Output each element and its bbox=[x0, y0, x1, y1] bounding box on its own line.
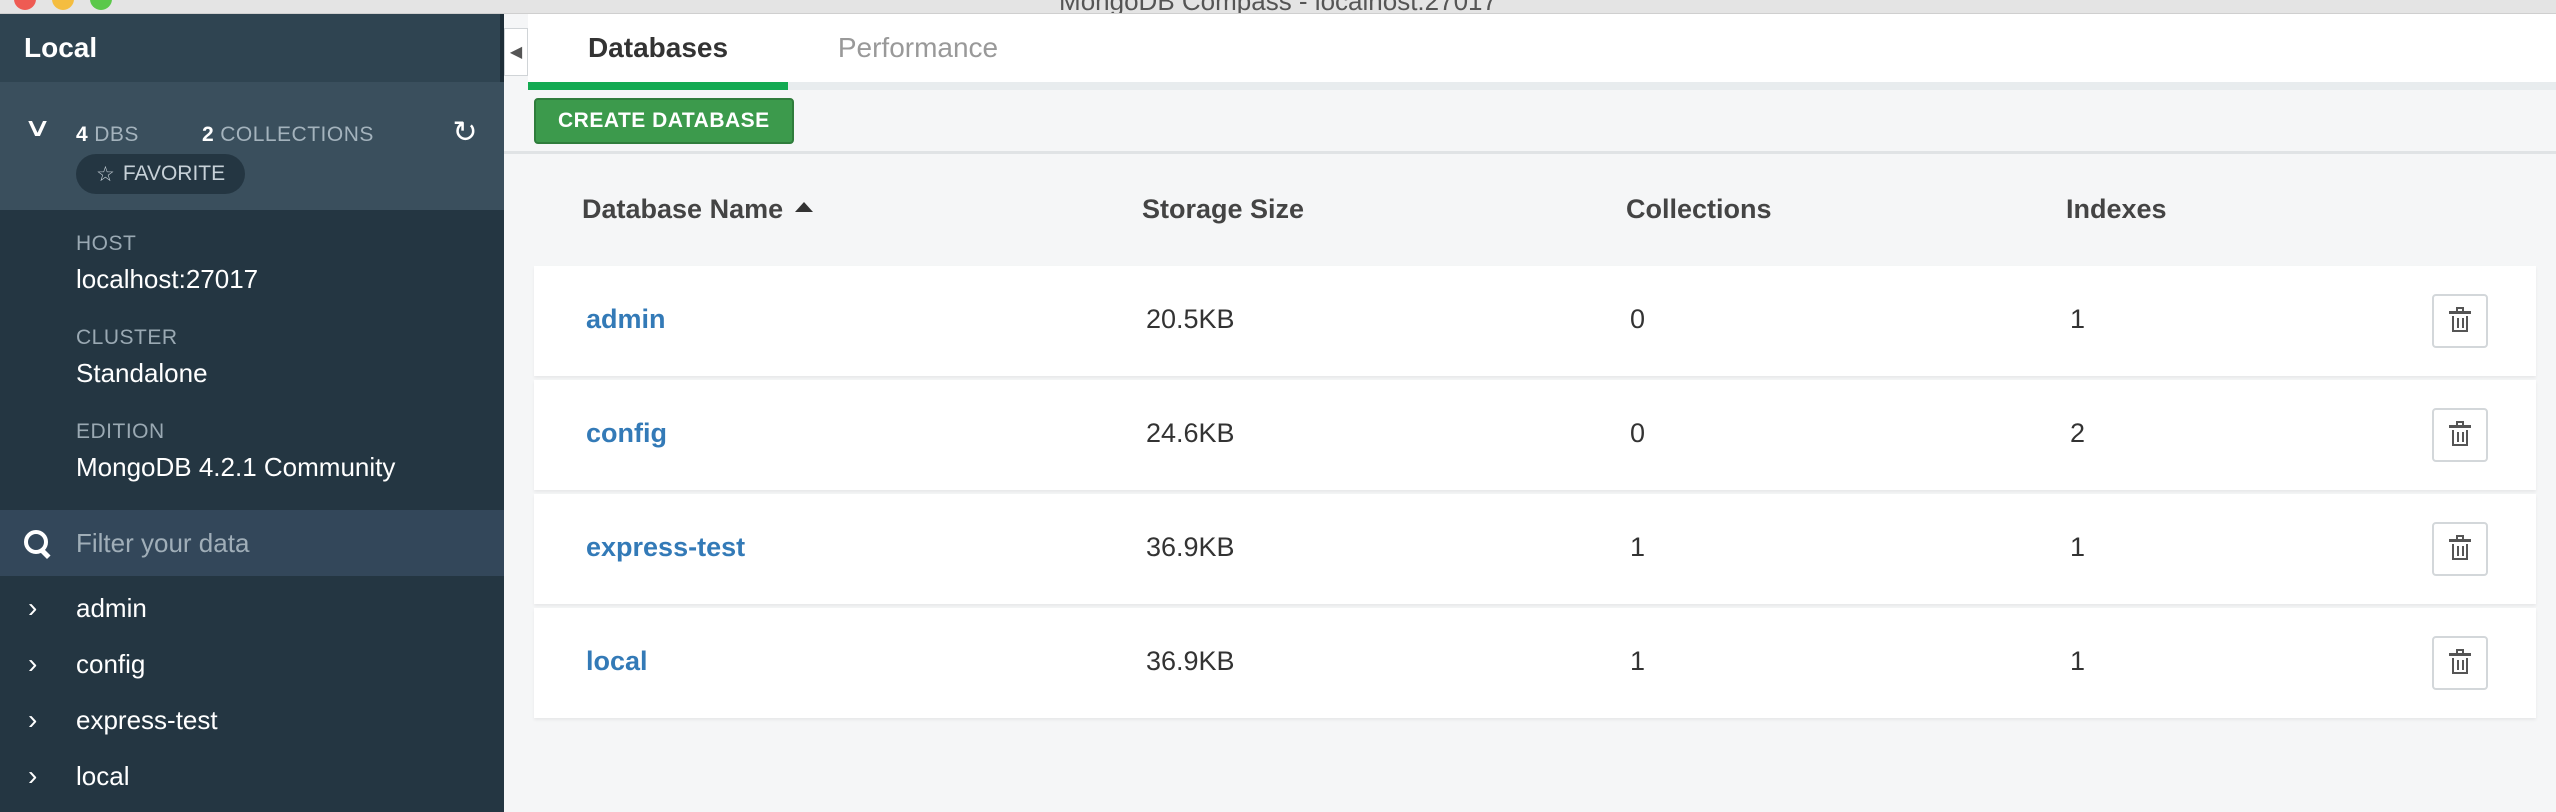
collections-count: 1 bbox=[1630, 531, 1646, 562]
trash-icon bbox=[2449, 649, 2471, 674]
column-header-collections[interactable]: Collections bbox=[1626, 194, 1772, 225]
sidebar-item-config[interactable]: › config bbox=[0, 636, 504, 692]
collections-count: 0 bbox=[1630, 417, 1646, 448]
trash-icon bbox=[2449, 421, 2471, 446]
column-header-name[interactable]: Database Name bbox=[582, 194, 814, 225]
cluster-label: CLUSTER bbox=[76, 326, 178, 349]
indexes-count: 1 bbox=[2070, 645, 2086, 676]
column-header-size[interactable]: Storage Size bbox=[1142, 194, 1304, 225]
indexes-count: 1 bbox=[2070, 531, 2086, 562]
refresh-icon[interactable]: ↻ bbox=[450, 118, 480, 148]
indexes-count: 2 bbox=[2070, 417, 2086, 448]
create-database-button[interactable]: CREATE DATABASE bbox=[534, 98, 794, 144]
drop-database-button[interactable] bbox=[2432, 636, 2488, 690]
collections-count: 0 bbox=[1630, 303, 1646, 334]
collections-count: 1 bbox=[1630, 645, 1646, 676]
sidebar-item-local[interactable]: › local bbox=[0, 748, 504, 804]
sidebar-item-express-test[interactable]: › express-test bbox=[0, 692, 504, 748]
star-icon: ☆ bbox=[96, 162, 115, 186]
filter-bar bbox=[0, 510, 504, 576]
database-table: admin 20.5KB 0 1 config 24.6KB 0 2 expre… bbox=[534, 266, 2536, 722]
drop-database-button[interactable] bbox=[2432, 294, 2488, 348]
instance-info: HOST localhost:27017 CLUSTER Standalone … bbox=[0, 210, 504, 510]
collections-count: 2 COLLECTIONS bbox=[202, 123, 374, 146]
window-titlebar: MongoDB Compass - localhost:27017 bbox=[0, 0, 2556, 14]
host-label: HOST bbox=[76, 232, 137, 255]
toolbar: CREATE DATABASE bbox=[504, 90, 2556, 154]
search-icon bbox=[22, 528, 52, 558]
tab-databases[interactable]: Databases bbox=[528, 14, 788, 90]
edition-info: EDITION MongoDB 4.2.1 Community bbox=[76, 420, 504, 514]
filter-input[interactable] bbox=[76, 527, 476, 559]
instance-stats: ∨ 4 DBS 2 COLLECTIONS ↻ ☆ FAVORITE bbox=[0, 82, 504, 210]
host-value: localhost:27017 bbox=[76, 264, 259, 294]
favorite-label: FAVORITE bbox=[122, 162, 226, 185]
storage-size: 36.9KB bbox=[1146, 531, 1235, 562]
storage-size: 36.9KB bbox=[1146, 645, 1235, 676]
chevron-right-icon[interactable]: › bbox=[0, 704, 76, 736]
sort-asc-icon bbox=[795, 202, 814, 212]
database-name-link[interactable]: express-test bbox=[586, 494, 745, 600]
database-name-link[interactable]: config bbox=[586, 380, 667, 486]
table-row: config 24.6KB 0 2 bbox=[534, 380, 2536, 490]
chevron-right-icon[interactable]: › bbox=[0, 648, 76, 680]
sidebar-item-label: admin bbox=[76, 592, 147, 623]
sidebar-item-admin[interactable]: › admin bbox=[0, 580, 504, 636]
tab-bar: Databases Performance bbox=[528, 14, 2556, 90]
database-tree: › admin › config › express-test › local bbox=[0, 576, 504, 804]
storage-size: 24.6KB bbox=[1146, 417, 1235, 448]
sidebar: Local ∨ 4 DBS 2 COLLECTIONS ↻ ☆ FAVORITE H… bbox=[0, 14, 504, 812]
host-info: HOST localhost:27017 bbox=[76, 232, 504, 326]
sidebar-item-label: config bbox=[76, 648, 146, 679]
drop-database-button[interactable] bbox=[2432, 408, 2488, 462]
chevron-down-icon[interactable]: ∨ bbox=[23, 112, 52, 143]
sidebar-item-label: local bbox=[76, 760, 130, 791]
table-row: local 36.9KB 1 1 bbox=[534, 608, 2536, 718]
chevron-right-icon[interactable]: › bbox=[0, 592, 76, 624]
dbs-count: 4 DBS bbox=[76, 123, 139, 146]
storage-size: 20.5KB bbox=[1146, 303, 1235, 334]
sidebar-item-label: express-test bbox=[76, 704, 218, 735]
tab-performance[interactable]: Performance bbox=[788, 14, 1048, 82]
cluster-value: Standalone bbox=[76, 358, 208, 388]
cluster-info: CLUSTER Standalone bbox=[76, 326, 504, 420]
trash-icon bbox=[2449, 535, 2471, 560]
edition-value: MongoDB 4.2.1 Community bbox=[76, 452, 396, 482]
table-row: admin 20.5KB 0 1 bbox=[534, 266, 2536, 376]
database-name-link[interactable]: admin bbox=[586, 266, 666, 372]
chevron-right-icon[interactable]: › bbox=[0, 760, 76, 792]
table-header: Database Name Storage Size Collections I… bbox=[504, 190, 2556, 238]
database-name-link[interactable]: local bbox=[586, 608, 648, 714]
indexes-count: 1 bbox=[2070, 303, 2086, 334]
favorite-button[interactable]: ☆ FAVORITE bbox=[76, 154, 246, 194]
window-title: MongoDB Compass - localhost:27017 bbox=[0, 0, 2556, 13]
edition-label: EDITION bbox=[76, 420, 165, 443]
trash-icon bbox=[2449, 307, 2471, 332]
table-row: express-test 36.9KB 1 1 bbox=[534, 494, 2536, 604]
drop-database-button[interactable] bbox=[2432, 522, 2488, 576]
column-header-indexes[interactable]: Indexes bbox=[2066, 194, 2167, 225]
sidebar-header: Local bbox=[0, 14, 504, 82]
main-content: Databases Performance CREATE DATABASE Da… bbox=[504, 14, 2556, 812]
